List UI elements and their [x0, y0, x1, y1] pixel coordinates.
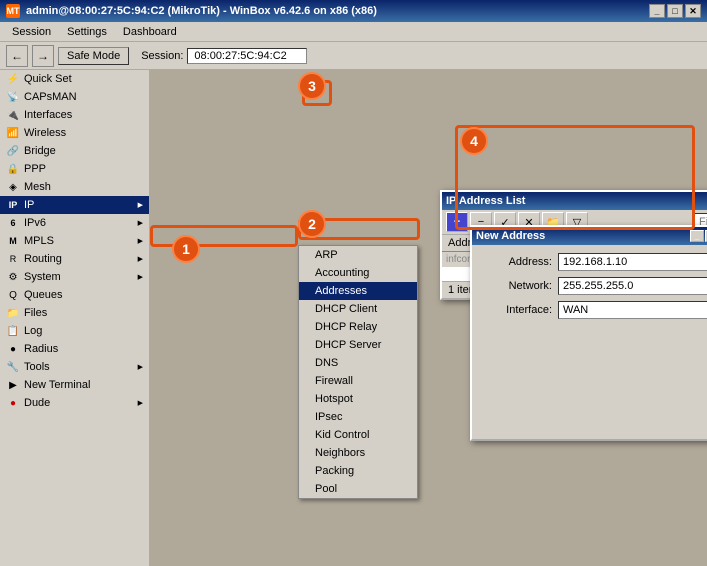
interface-select[interactable]: WAN	[558, 301, 707, 319]
ctx-dhcp-client[interactable]: DHCP Client	[299, 300, 417, 318]
session-value: 08:00:27:5C:94:C2	[187, 48, 307, 64]
dude-icon: ●	[6, 396, 20, 410]
dialog-fields: Address: Network: ▲ ▼	[480, 253, 707, 431]
title-bar: MT admin@08:00:27:5C:94:C2 (MikroTik) - …	[0, 0, 707, 22]
badge-3: 3	[298, 72, 326, 100]
network-field-row: Network: ▲ ▼	[480, 277, 707, 295]
queues-icon: Q	[6, 288, 20, 302]
badge-4: 4	[460, 127, 488, 155]
ctx-hotspot[interactable]: Hotspot	[299, 390, 417, 408]
sidebar-item-mpls[interactable]: M MPLS	[0, 232, 149, 250]
sidebar-item-interfaces[interactable]: 🔌 Interfaces	[0, 106, 149, 124]
files-icon: 📁	[6, 306, 20, 320]
toolbar: ← → Safe Mode Session: 08:00:27:5C:94:C2	[0, 42, 707, 70]
dialog-body: Address: Network: ▲ ▼	[472, 245, 707, 439]
content-area: ARP Accounting Addresses DHCP Client DHC…	[150, 70, 707, 566]
interface-field-row: Interface: WAN	[480, 301, 707, 319]
sidebar-item-capsman[interactable]: 📡 CAPsMAN	[0, 88, 149, 106]
sidebar-item-mesh[interactable]: ◈ Mesh	[0, 178, 149, 196]
routing-icon: R	[6, 252, 20, 266]
ctx-firewall[interactable]: Firewall	[299, 372, 417, 390]
ctx-ipsec[interactable]: IPsec	[299, 408, 417, 426]
menu-dashboard[interactable]: Dashboard	[115, 24, 185, 40]
sidebar-item-quickset[interactable]: ⚡ Quick Set	[0, 70, 149, 88]
menu-settings[interactable]: Settings	[59, 24, 115, 40]
ctx-dhcp-server[interactable]: DHCP Server	[299, 336, 417, 354]
sidebar: ⚡ Quick Set 📡 CAPsMAN 🔌 Interfaces 📶 Wir…	[0, 70, 150, 566]
new-addr-title: New Address _ □ ✕	[472, 227, 707, 245]
ipv6-icon: 6	[6, 216, 20, 230]
sidebar-item-queues[interactable]: Q Queues	[0, 286, 149, 304]
sidebar-item-log[interactable]: 📋 Log	[0, 322, 149, 340]
sidebar-item-bridge[interactable]: 🔗 Bridge	[0, 142, 149, 160]
address-label: Address:	[480, 256, 552, 268]
ctx-accounting[interactable]: Accounting	[299, 264, 417, 282]
main-layout: ⚡ Quick Set 📡 CAPsMAN 🔌 Interfaces 📶 Wir…	[0, 70, 707, 566]
interface-select-wrapper: WAN	[558, 301, 707, 319]
ctx-pool[interactable]: Pool	[299, 480, 417, 498]
badge-2: 2	[298, 210, 326, 238]
sidebar-item-new-terminal[interactable]: ▶ New Terminal	[0, 376, 149, 394]
badge-1: 1	[172, 235, 200, 263]
network-select-wrapper: ▲ ▼	[558, 277, 707, 295]
session-label: Session:	[141, 50, 183, 62]
sidebar-item-dude[interactable]: ● Dude	[0, 394, 149, 412]
sidebar-item-ppp[interactable]: 🔒 PPP	[0, 160, 149, 178]
ip-context-menu: ARP Accounting Addresses DHCP Client DHC…	[298, 245, 418, 499]
back-button[interactable]: ←	[6, 45, 28, 67]
app-icon: MT	[6, 4, 20, 18]
sidebar-item-routing[interactable]: R Routing	[0, 250, 149, 268]
sidebar-item-system[interactable]: ⚙ System	[0, 268, 149, 286]
bridge-icon: 🔗	[6, 144, 20, 158]
system-icon: ⚙	[6, 270, 20, 284]
add-address-button[interactable]: +	[446, 212, 468, 232]
sidebar-item-radius[interactable]: ● Radius	[0, 340, 149, 358]
maximize-button[interactable]: □	[667, 4, 683, 18]
log-icon: 📋	[6, 324, 20, 338]
tools-icon: 🔧	[6, 360, 20, 374]
menu-session[interactable]: Session	[4, 24, 59, 40]
addr-list-title: IP Address List _ □ ✕	[442, 192, 707, 210]
ctx-dhcp-relay[interactable]: DHCP Relay	[299, 318, 417, 336]
sidebar-item-tools[interactable]: 🔧 Tools	[0, 358, 149, 376]
close-button[interactable]: ✕	[685, 4, 701, 18]
ctx-packing[interactable]: Packing	[299, 462, 417, 480]
radius-icon: ●	[6, 342, 20, 356]
forward-button[interactable]: →	[32, 45, 54, 67]
address-input[interactable]	[558, 253, 707, 271]
ctx-dns[interactable]: DNS	[299, 354, 417, 372]
ctx-addresses[interactable]: Addresses	[299, 282, 417, 300]
interfaces-icon: 🔌	[6, 108, 20, 122]
ip-icon: IP	[6, 198, 20, 212]
sidebar-item-wireless[interactable]: 📶 Wireless	[0, 124, 149, 142]
interface-label: Interface:	[480, 304, 552, 316]
mesh-icon: ◈	[6, 180, 20, 194]
sidebar-item-files[interactable]: 📁 Files	[0, 304, 149, 322]
window-controls: _ □ ✕	[649, 4, 701, 18]
sidebar-item-ipv6[interactable]: 6 IPv6	[0, 214, 149, 232]
sidebar-item-ip[interactable]: IP IP	[0, 196, 149, 214]
menu-bar: Session Settings Dashboard	[0, 22, 707, 42]
new-address-dialog: New Address _ □ ✕ Address: Network:	[470, 225, 707, 441]
safe-mode-button[interactable]: Safe Mode	[58, 47, 129, 65]
ctx-kid-control[interactable]: Kid Control	[299, 426, 417, 444]
network-label: Network:	[480, 280, 552, 292]
capsman-icon: 📡	[6, 90, 20, 104]
window-title: admin@08:00:27:5C:94:C2 (MikroTik) - Win…	[26, 5, 377, 17]
minimize-button[interactable]: _	[649, 4, 665, 18]
ctx-neighbors[interactable]: Neighbors	[299, 444, 417, 462]
mpls-icon: M	[6, 234, 20, 248]
network-input[interactable]	[558, 277, 707, 295]
ppp-icon: 🔒	[6, 162, 20, 176]
ctx-arp[interactable]: ARP	[299, 246, 417, 264]
new-addr-minimize[interactable]: _	[690, 230, 704, 242]
address-field-row: Address:	[480, 253, 707, 271]
terminal-icon: ▶	[6, 378, 20, 392]
new-addr-controls: _ □ ✕	[690, 230, 707, 242]
quickset-icon: ⚡	[6, 72, 20, 86]
wireless-icon: 📶	[6, 126, 20, 140]
